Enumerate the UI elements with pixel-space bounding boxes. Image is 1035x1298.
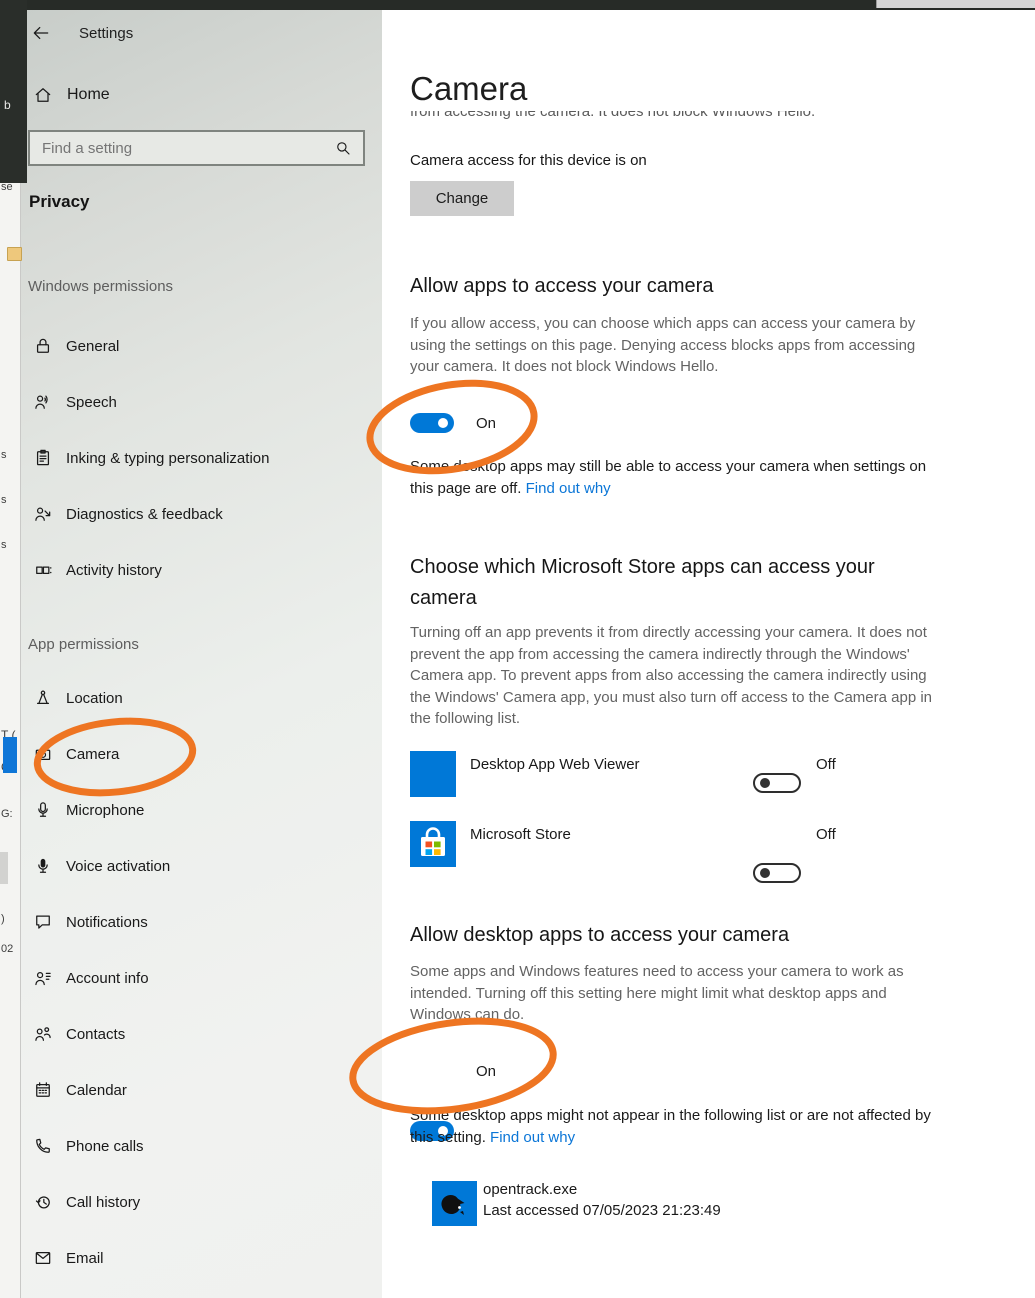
clipboard-icon (36, 449, 50, 466)
microsoft-store-toggle[interactable] (753, 863, 801, 883)
find-out-why-link[interactable]: Find out why (526, 480, 611, 497)
microphone-icon (38, 802, 48, 817)
home-label: Home (67, 86, 110, 103)
sidebar-item-notifications[interactable]: Notifications (20, 894, 382, 950)
sidebar-item-location[interactable]: Location (20, 670, 382, 726)
background-window-dark-corner: b (0, 0, 27, 183)
allow-apps-description: If you allow access, you can choose whic… (410, 315, 916, 375)
notifications-icon (36, 915, 50, 929)
opentrack-icon (432, 1181, 477, 1226)
desktop-app-web-viewer-icon (410, 751, 456, 797)
store-apps-heading: Choose which Microsoft Store apps can ac… (410, 556, 875, 609)
app-name: Desktop App Web Viewer (470, 756, 640, 773)
allow-apps-heading: Allow apps to access your camera (410, 275, 714, 297)
search-box (28, 130, 365, 166)
email-icon (35, 1251, 51, 1265)
sidebar-item-phone-calls[interactable]: Phone calls (20, 1118, 382, 1174)
desktop-app-name: opentrack.exe (483, 1181, 578, 1198)
diagnostics-icon (35, 507, 51, 521)
camera-icon (35, 747, 51, 761)
sidebar-item-activity-history[interactable]: Activity history (20, 542, 382, 598)
folder-icon (7, 247, 22, 261)
window-title: Settings (79, 24, 134, 42)
toggle-knob (760, 868, 770, 878)
location-icon (36, 690, 50, 705)
sidebar-item-speech[interactable]: Speech (20, 374, 382, 430)
sidebar-item-call-history[interactable]: Call history (20, 1174, 382, 1230)
download-arrow-icon: ▼ (919, 0, 930, 2)
toggle-label: Off (816, 826, 836, 843)
nordvpn-window-fragment[interactable]: ▲▼ NordVPN (876, 0, 1035, 8)
sidebar-item-inking-typing[interactable]: Inking & typing personalization (20, 430, 382, 486)
nav-group-header-app-permissions: App permissions (28, 636, 139, 653)
page-heading: Camera (410, 70, 528, 107)
speech-icon (35, 395, 48, 409)
search-icon[interactable] (333, 139, 353, 157)
home-icon (35, 88, 51, 102)
upload-arrow-icon: ▲ (905, 0, 916, 2)
app-name: Microsoft Store (470, 826, 571, 843)
activity-history-icon (36, 566, 52, 574)
toggle-label: Off (816, 756, 836, 773)
sidebar-item-email[interactable]: Email (20, 1230, 382, 1286)
desktop-app-web-viewer-toggle[interactable] (753, 773, 801, 793)
main-content: Camera from accessing the camera. It doe… (382, 10, 1035, 1298)
store-apps-description: Turning off an app prevents it from dire… (410, 624, 933, 727)
sidebar-item-microphone[interactable]: Microphone (20, 782, 382, 838)
clipped-scrolled-text: from accessing the camera. It does not b… (410, 111, 816, 120)
toggle-knob (438, 418, 448, 428)
sidebar-item-general[interactable]: General (20, 318, 382, 374)
sidebar-item-home[interactable]: Home (33, 85, 110, 105)
find-out-why-link[interactable]: Find out why (490, 1129, 575, 1146)
sidebar-item-voice-activation[interactable]: Voice activation (20, 838, 382, 894)
change-button[interactable]: Change (410, 181, 514, 216)
allow-apps-toggle-label: On (476, 415, 497, 432)
settings-window: Settings Home Privacy Windows permission… (0, 0, 1035, 1298)
desktop-app-last-accessed: Last accessed 07/05/2023 21:23:49 (483, 1202, 721, 1219)
allow-apps-toggle[interactable] (410, 413, 454, 433)
desktop-apps-description: Some apps and Windows features need to a… (410, 963, 904, 1023)
desktop-apps-heading: Allow desktop apps to access your camera (410, 924, 790, 946)
sidebar: Settings Home Privacy Windows permission… (20, 10, 382, 1298)
microsoft-store-icon (410, 821, 456, 867)
call-history-icon (35, 1196, 50, 1209)
back-arrow-icon[interactable] (31, 22, 51, 44)
sidebar-item-camera[interactable]: Camera (20, 726, 382, 782)
voice-activation-icon (38, 858, 48, 873)
calendar-icon (36, 1082, 50, 1097)
contacts-icon (35, 1027, 51, 1041)
background-gray-block (0, 852, 8, 884)
sidebar-item-diagnostics-feedback[interactable]: Diagnostics & feedback (20, 486, 382, 542)
background-selection-bar (3, 737, 17, 773)
lock-icon (36, 338, 50, 353)
nordvpn-title: NordVPN (947, 0, 1005, 2)
search-input[interactable] (30, 139, 333, 157)
nav-group-header-windows-permissions: Windows permissions (28, 278, 174, 295)
background-window-sliver: se s s s T ( O G: ) 02 (0, 181, 22, 1298)
toggle-knob (760, 778, 770, 788)
desktop-apps-toggle-label: On (476, 1063, 497, 1080)
allow-apps-note: Some desktop apps may still be able to a… (410, 458, 927, 497)
device-access-status: Camera access for this device is on (410, 152, 647, 169)
sidebar-item-account-info[interactable]: Account info (20, 950, 382, 1006)
sidebar-item-contacts[interactable]: Contacts (20, 1006, 382, 1062)
phone-icon (36, 1138, 50, 1153)
sidebar-nav: Windows permissions General Speech Inkin… (20, 278, 382, 1286)
desktop-apps-note: Some desktop apps might not appear in th… (410, 1107, 931, 1146)
page-title: Privacy (29, 192, 90, 211)
sidebar-item-calendar[interactable]: Calendar (20, 1062, 382, 1118)
account-info-icon (35, 971, 51, 986)
